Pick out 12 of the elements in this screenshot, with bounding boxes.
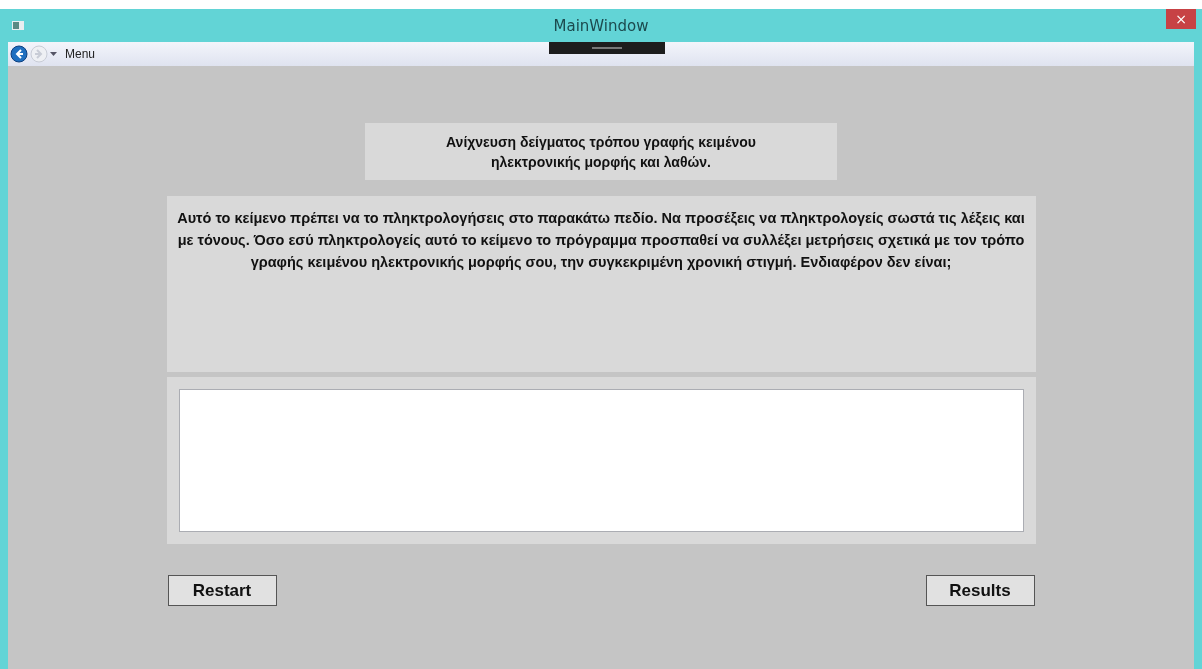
menu-label[interactable]: Menu	[65, 47, 96, 61]
instructions-text: Αυτό το κείμενο πρέπει να το πληκτρολογήσεις στο παρακάτω πεδίο. Να προσέξεις να πληκτρολογείς σωστά τις λέξεις και με τόνους. Όσο εσύ πληκτρολογείς αυτό το κείμενο το πρόγραμμα προσπαθεί να συλλέξει μετρήσεις σχετικά με τον τρόπο γραφής κειμένου ηλεκτρονικής μορφής σου, την συγκεκριμένη χρονική στιγμή. Ενδιαφέρον δεν είναι;	[166, 196, 1036, 372]
restart-button[interactable]: Restart	[167, 575, 277, 606]
typing-field[interactable]	[178, 389, 1024, 532]
results-button[interactable]: Results	[925, 575, 1035, 606]
app-icon	[12, 21, 24, 30]
caret-icon[interactable]	[50, 51, 57, 57]
drag-handle[interactable]	[549, 42, 665, 54]
back-icon[interactable]	[10, 45, 28, 63]
close-button[interactable]: ×	[1166, 9, 1196, 29]
window-title: MainWindow	[553, 16, 649, 35]
heading-label: Ανίχνευση δείγματος τρόπου γραφής κειμένου ηλεκτρονικής μορφής και λαθών.	[365, 123, 837, 180]
